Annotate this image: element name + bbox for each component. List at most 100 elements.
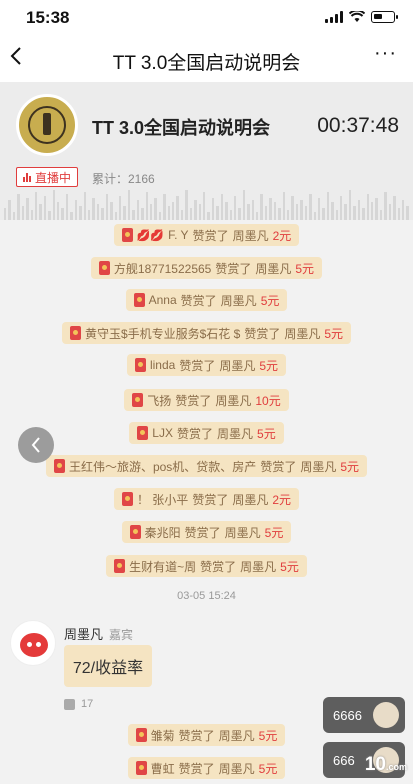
lips-icon: 💋💋 xyxy=(136,229,165,242)
red-envelope-icon xyxy=(121,228,133,242)
tip-amount: 5元 xyxy=(324,326,344,341)
viewer-comment-badge: 6666 xyxy=(323,697,405,733)
float-back-button[interactable] xyxy=(18,427,54,463)
tip-target: 周墨凡 xyxy=(218,728,255,743)
tip-pill: 黄守玉$手机专业服务$石花 $ 赞赏了 周墨凡 5元 xyxy=(61,322,352,344)
nav-title: TT 3.0全国启动说明会 xyxy=(112,53,301,74)
tip-amount: 5元 xyxy=(264,525,284,540)
nav-bar: TT 3.0全国启动说明会 ··· xyxy=(0,36,413,82)
tip-user: 飞扬 xyxy=(147,393,172,408)
red-envelope-icon xyxy=(134,358,146,372)
message-sender: 周墨凡 嘉宾 xyxy=(64,624,133,643)
tip-user: 秦兆阳 xyxy=(144,525,181,540)
tip-target: 周墨凡 xyxy=(232,228,269,243)
red-envelope-icon xyxy=(137,426,149,440)
tip-message: 💋💋 F. Y 赞赏了 周墨凡 2元 xyxy=(0,224,413,246)
viewer-comment-text: 666 xyxy=(333,752,355,768)
red-envelope-icon xyxy=(98,261,110,275)
tip-user: 雏菊 xyxy=(150,728,175,743)
tip-message: Anna 赞赏了 周墨凡 5元 xyxy=(0,289,413,311)
tip-action: 赞赏了 xyxy=(192,492,229,507)
battery-icon xyxy=(371,11,398,23)
status-icons xyxy=(325,11,398,23)
live-badge: 直播中 xyxy=(16,167,79,187)
tip-action: 赞赏了 xyxy=(180,293,217,308)
red-envelope-icon xyxy=(135,728,147,742)
tip-amount: 5元 xyxy=(260,293,280,308)
tip-pill: 王红伟～旅游、pos机、贷款、房产 赞赏了 周墨凡 5元 xyxy=(45,455,368,477)
tip-target: 周墨凡 xyxy=(218,761,255,776)
sender-role: 嘉宾 xyxy=(109,628,134,642)
status-bar: 15:38 xyxy=(0,0,413,36)
tip-message: 秦兆阳 赞赏了 周墨凡 5元 xyxy=(0,521,413,543)
more-button[interactable]: ··· xyxy=(374,42,397,65)
tip-pill: 雏菊 赞赏了 周墨凡 5元 xyxy=(127,724,286,746)
tip-pill: ！ 张小平 赞赏了 周墨凡 2元 xyxy=(113,488,300,510)
viewer-avatar xyxy=(373,702,399,728)
tip-amount: 5元 xyxy=(295,261,315,276)
tip-pill: 💋💋 F. Y 赞赏了 周墨凡 2元 xyxy=(113,224,300,246)
tip-action: 赞赏了 xyxy=(260,459,297,474)
red-envelope-icon xyxy=(132,393,144,407)
tip-action: 赞赏了 xyxy=(178,728,215,743)
tip-message: 方舰18771522565 赞赏了 周墨凡 5元 xyxy=(0,257,413,279)
tip-target: 周墨凡 xyxy=(284,326,321,341)
tip-action: 赞赏了 xyxy=(200,559,237,574)
tip-pill: 飞扬 赞赏了 周墨凡 10元 xyxy=(124,389,289,411)
red-envelope-icon xyxy=(121,492,133,506)
live-timer: 00:37:48 xyxy=(317,114,399,137)
live-badge-label: 直播中 xyxy=(35,170,72,185)
tip-amount: 5元 xyxy=(280,559,299,574)
watermark-suffix: .com xyxy=(385,762,407,772)
chevron-left-icon xyxy=(31,437,40,453)
tip-target: 周墨凡 xyxy=(232,492,269,507)
live-header: TT 3.0全国启动说明会 00:37:48 直播中 累计：2166 xyxy=(0,82,413,220)
tip-message: 飞扬 赞赏了 周墨凡 10元 xyxy=(0,389,413,411)
tip-amount: 5元 xyxy=(258,761,278,776)
avatar[interactable] xyxy=(10,620,56,666)
tip-amount: 5元 xyxy=(259,358,279,373)
tip-action: 赞赏了 xyxy=(176,426,213,441)
tip-user: 黄守玉$手机专业服务$石花 $ xyxy=(84,326,241,341)
tip-amount: 2元 xyxy=(272,228,292,243)
tip-message: linda 赞赏了 周墨凡 5元 xyxy=(0,354,413,376)
tip-amount: 10元 xyxy=(255,393,281,408)
message-bubble: 72/收益率 xyxy=(64,645,152,687)
wifi-icon xyxy=(349,11,365,22)
tip-target: 周墨凡 xyxy=(219,358,256,373)
view-count: 累计：2166 xyxy=(92,172,155,186)
like-count-value: 17 xyxy=(81,698,94,710)
tip-action: 赞赏了 xyxy=(178,761,215,776)
tip-user: 王红伟～旅游、pos机、贷款、房产 xyxy=(68,459,257,474)
audio-wave-decoration xyxy=(0,188,413,220)
status-time: 15:38 xyxy=(26,8,70,27)
tip-amount: 5元 xyxy=(257,426,276,441)
tip-target: 周墨凡 xyxy=(224,525,261,540)
tip-action: 赞赏了 xyxy=(175,393,212,408)
tip-user: linda xyxy=(149,358,176,372)
thumbs-up-icon xyxy=(64,698,75,710)
tip-user: 生财有道~周 xyxy=(129,559,197,574)
tip-user: F. Y xyxy=(168,228,189,242)
tip-action: 赞赏了 xyxy=(192,228,229,243)
tip-action: 赞赏了 xyxy=(215,261,252,276)
like-count[interactable]: 17 xyxy=(64,698,93,710)
tip-message: ！ 张小平 赞赏了 周墨凡 2元 xyxy=(0,488,413,510)
red-envelope-icon xyxy=(135,761,147,775)
site-watermark: 10.com xyxy=(365,754,407,776)
signal-icon xyxy=(325,11,343,23)
tip-action: 赞赏了 xyxy=(184,525,221,540)
tip-target: 周墨凡 xyxy=(240,559,277,574)
tip-pill: 曹虹 赞赏了 周墨凡 5元 xyxy=(127,757,286,779)
tip-user: 曹虹 xyxy=(150,761,175,776)
tip-pill: LJX 赞赏了 周墨凡 5元 xyxy=(129,422,284,444)
tip-amount: 5元 xyxy=(340,459,360,474)
tip-target: 周墨凡 xyxy=(220,293,257,308)
red-envelope-icon xyxy=(114,559,126,573)
tip-pill: 生财有道~周 赞赏了 周墨凡 5元 xyxy=(106,555,307,577)
tip-target: 周墨凡 xyxy=(215,393,252,408)
tip-amount: 5元 xyxy=(258,728,278,743)
tip-user: ！ 张小平 xyxy=(136,492,189,507)
channel-logo xyxy=(16,94,78,156)
tip-pill: linda 赞赏了 周墨凡 5元 xyxy=(126,354,287,376)
